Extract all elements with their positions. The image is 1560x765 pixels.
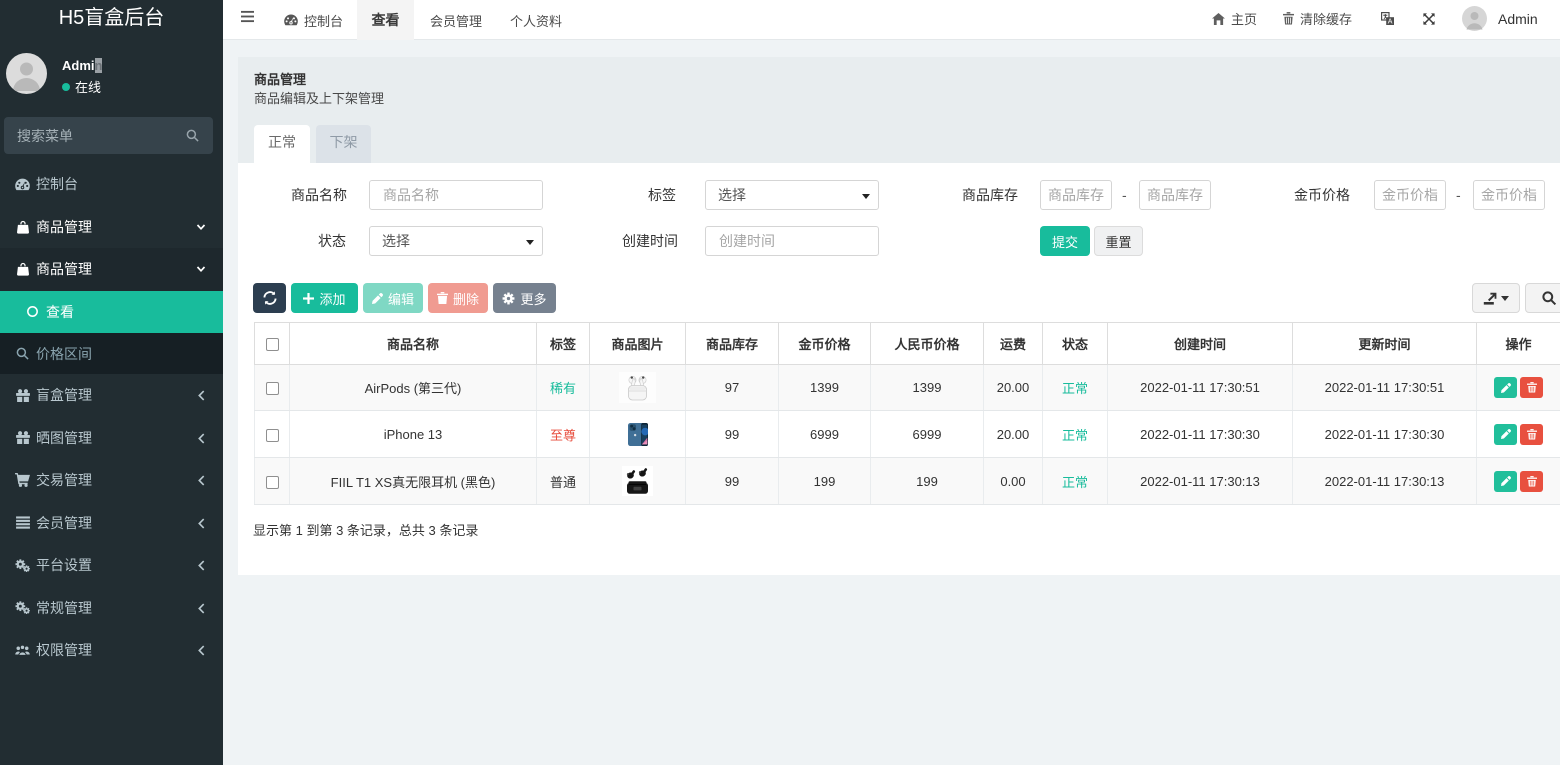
svg-text:A: A: [1388, 19, 1393, 25]
